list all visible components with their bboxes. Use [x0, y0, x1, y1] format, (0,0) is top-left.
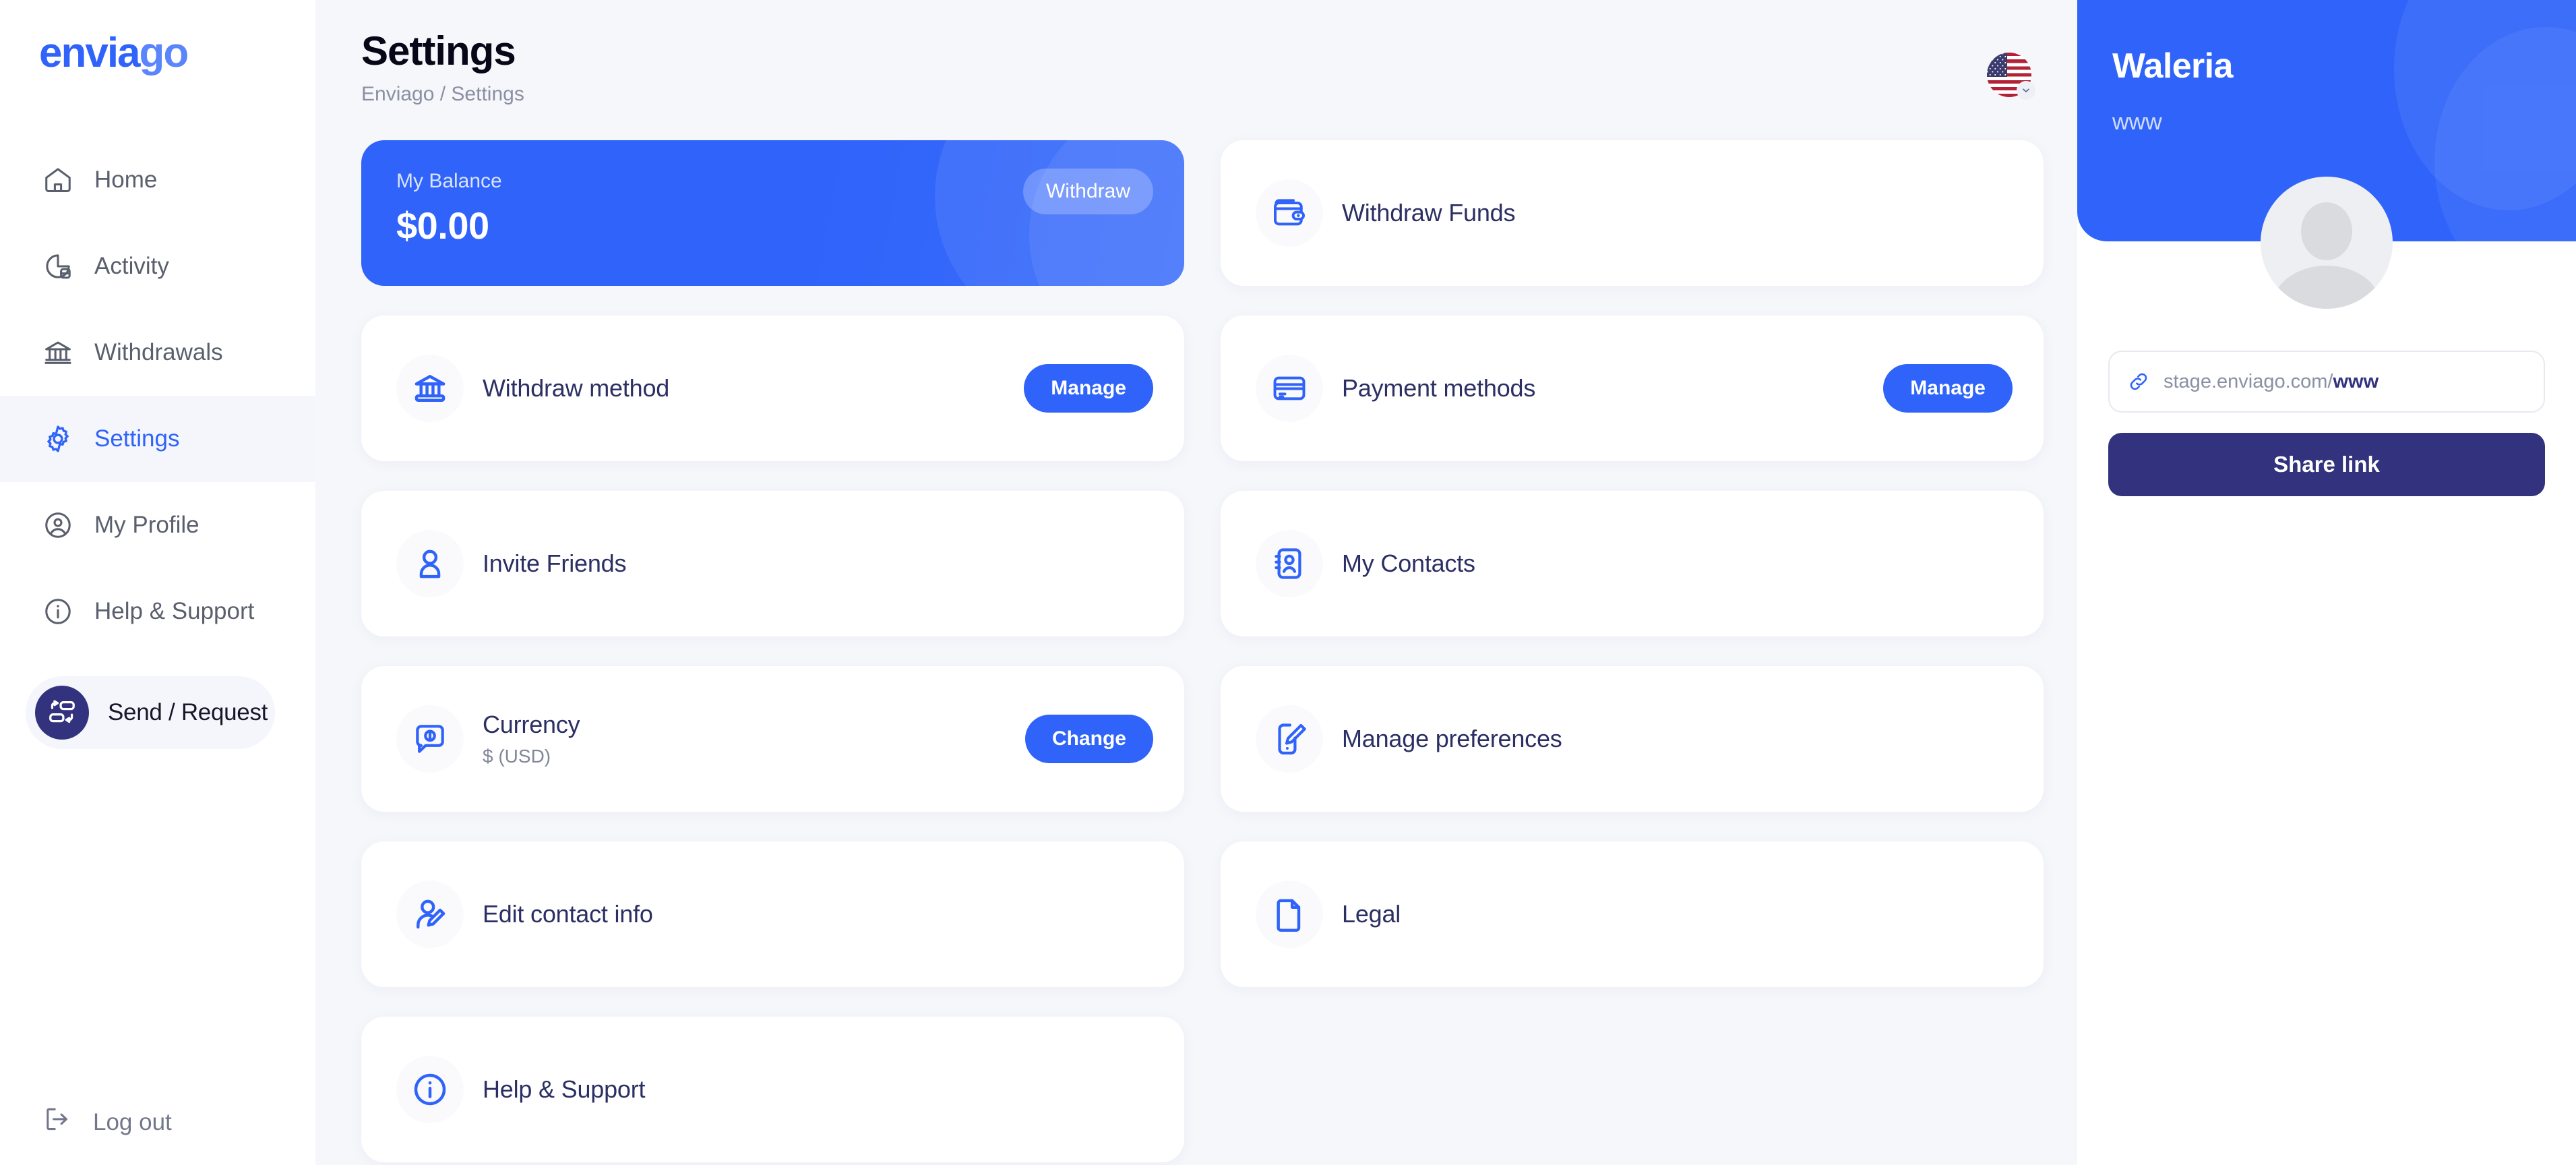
card-title: Edit contact info: [483, 900, 653, 928]
logout-button[interactable]: Log out: [42, 1104, 172, 1141]
manage-payment-methods-button[interactable]: Manage: [1883, 364, 2013, 413]
info-circle-icon: [396, 1056, 464, 1123]
credit-card-icon: [1256, 355, 1323, 422]
card-currency[interactable]: Currency $ (USD) Change: [361, 666, 1184, 812]
balance-card: My Balance $0.00 Withdraw: [361, 140, 1184, 286]
sidebar-item-label: Withdrawals: [94, 339, 223, 365]
card-payment-methods[interactable]: Payment methods Manage: [1221, 316, 2044, 461]
card-title: Withdraw method: [483, 374, 670, 402]
sidebar-item-label: Activity: [94, 253, 169, 279]
sidebar: enviago Home Activity Withdrawals Settin…: [0, 0, 315, 1165]
card-manage-preferences[interactable]: Manage preferences: [1221, 666, 2044, 812]
language-selector[interactable]: [1987, 53, 2035, 100]
sidebar-item-label: My Profile: [94, 512, 200, 538]
app-root: enviago Home Activity Withdrawals Settin…: [0, 0, 2576, 1165]
logo-text-primary: envia: [39, 30, 141, 76]
logout-label: Log out: [93, 1108, 172, 1135]
profile-link-field[interactable]: stage.enviago.com/www: [2108, 351, 2545, 413]
card-withdraw-funds[interactable]: Withdraw Funds: [1221, 140, 2044, 286]
settings-grid: My Balance $0.00 Withdraw Withdraw Funds: [361, 140, 2044, 1162]
card-withdraw-method[interactable]: Withdraw method Manage: [361, 316, 1184, 461]
sidebar-item-label: Help & Support: [94, 598, 255, 624]
link-handle: www: [2333, 370, 2379, 392]
card-invite-friends[interactable]: Invite Friends: [361, 491, 1184, 636]
card-title: Manage preferences: [1342, 725, 1562, 752]
link-prefix: stage.enviago.com/: [2164, 370, 2333, 392]
document-icon: [1256, 880, 1323, 948]
contact-book-icon: [1256, 530, 1323, 597]
link-icon: [2127, 370, 2150, 393]
main-header: Settings Enviago / Settings: [361, 28, 2044, 131]
bank-icon: [396, 355, 464, 422]
sidebar-item-home[interactable]: Home: [0, 137, 315, 223]
manage-withdraw-method-button[interactable]: Manage: [1024, 364, 1153, 413]
profile-link-text: stage.enviago.com/www: [2164, 371, 2379, 393]
sidebar-item-settings[interactable]: Settings: [0, 396, 315, 482]
activity-icon: [42, 250, 74, 282]
user-circle-icon: [42, 509, 74, 541]
send-request-icon: [35, 686, 89, 740]
page-title: Settings: [361, 28, 516, 73]
wallet-icon: [1256, 179, 1323, 247]
logo[interactable]: enviago: [0, 0, 315, 118]
chevron-down-icon: [2017, 81, 2035, 100]
currency-chat-icon: [396, 705, 464, 773]
card-title: Withdraw Funds: [1342, 199, 1516, 227]
profile-panel: Waleria www stage.enviago.com/www Share …: [2077, 0, 2576, 1165]
main-content: Settings Enviago / Settings My Balance $…: [315, 0, 2077, 1165]
card-title: Help & Support: [483, 1075, 646, 1103]
withdraw-button[interactable]: Withdraw: [1022, 169, 1153, 214]
home-icon: [42, 164, 74, 196]
logo-text-secondary: go: [139, 30, 189, 76]
bank-icon: [42, 336, 74, 369]
card-my-contacts[interactable]: My Contacts: [1221, 491, 2044, 636]
card-help-support[interactable]: Help & Support: [361, 1017, 1184, 1162]
card-legal[interactable]: Legal: [1221, 841, 2044, 987]
card-title: My Contacts: [1342, 549, 1475, 577]
change-currency-button[interactable]: Change: [1024, 715, 1153, 763]
phone-edit-icon: [1256, 705, 1323, 773]
profile-handle: www: [2112, 109, 2162, 135]
breadcrumb: Enviago / Settings: [361, 82, 524, 105]
user-edit-icon: [396, 880, 464, 948]
avatar[interactable]: [2261, 177, 2393, 309]
sidebar-item-label: Home: [94, 167, 158, 193]
sidebar-item-withdrawals[interactable]: Withdrawals: [0, 309, 315, 396]
page-heading-block: Settings Enviago / Settings: [361, 28, 524, 106]
card-title: Payment methods: [1342, 374, 1536, 402]
logout-icon: [42, 1104, 73, 1141]
card-subtitle: $ (USD): [483, 746, 551, 767]
gear-icon: [42, 423, 74, 455]
card-title: Invite Friends: [483, 549, 627, 577]
info-circle-icon: [42, 595, 74, 628]
sidebar-nav: Home Activity Withdrawals Settings My Pr…: [0, 137, 315, 655]
sidebar-item-label: Settings: [94, 425, 180, 452]
sidebar-item-help-support[interactable]: Help & Support: [0, 568, 315, 655]
card-title: Legal: [1342, 900, 1401, 928]
card-edit-contact-info[interactable]: Edit contact info: [361, 841, 1184, 987]
sidebar-item-my-profile[interactable]: My Profile: [0, 482, 315, 568]
sidebar-item-activity[interactable]: Activity: [0, 223, 315, 309]
share-link-button[interactable]: Share link: [2108, 433, 2545, 496]
send-request-button[interactable]: Send / Request: [26, 676, 275, 749]
user-add-icon: [396, 530, 464, 597]
send-request-label: Send / Request: [108, 699, 268, 725]
profile-name: Waleria: [2112, 47, 2233, 86]
card-title: Currency: [483, 711, 580, 738]
